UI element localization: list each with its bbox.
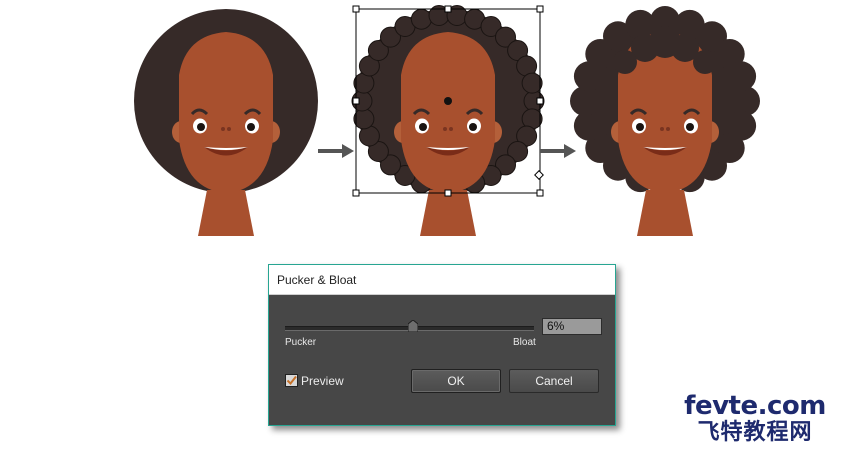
brand-logo-text: fevte.com	[684, 391, 826, 421]
slider-thumb[interactable]	[408, 320, 418, 332]
ok-button[interactable]: OK	[411, 369, 501, 393]
preview-checkbox[interactable]	[285, 374, 298, 387]
dialog-title: Pucker & Bloat	[277, 273, 357, 287]
pucker-bloat-illustration	[134, 5, 760, 238]
arrow-right-icon	[318, 144, 354, 158]
head-transforming	[351, 5, 545, 238]
preview-label[interactable]: Preview	[301, 374, 344, 388]
brand-subtitle: 飞特教程网	[697, 420, 813, 445]
dialog-titlebar[interactable]: Pucker & Bloat	[269, 265, 615, 295]
bloat-label: Bloat	[513, 337, 536, 348]
arrow-right-icon	[540, 144, 576, 158]
brand-watermark: fevte.com 飞特教程网	[680, 392, 830, 446]
cancel-button[interactable]: Cancel	[509, 369, 599, 393]
head-result	[570, 6, 760, 238]
amount-input[interactable]	[542, 318, 602, 335]
head-original	[134, 9, 318, 238]
pucker-bloat-dialog: Pucker & Bloat Pucker Bloat Preview OK C…	[268, 264, 616, 426]
pucker-label: Pucker	[285, 337, 317, 348]
checkmark-icon	[286, 375, 297, 386]
